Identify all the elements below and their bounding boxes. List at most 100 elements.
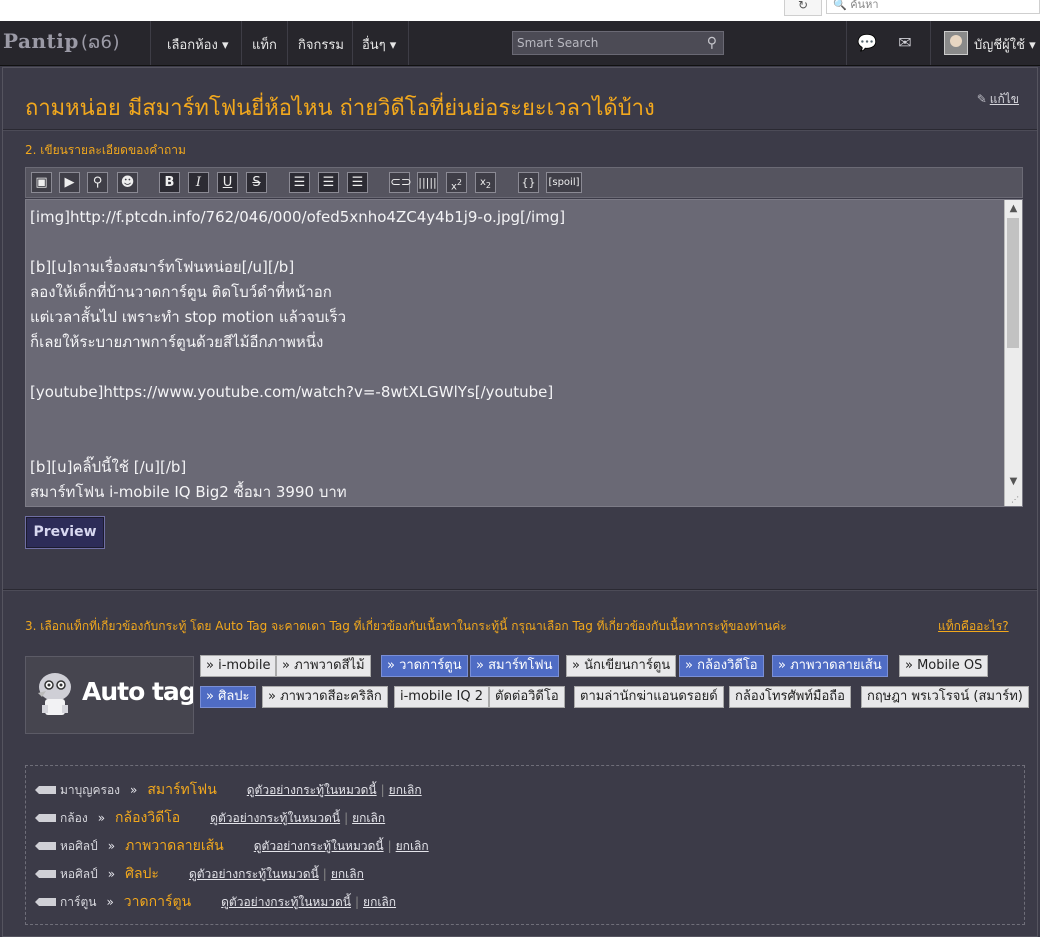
editor-line: ลองให้เด็กที่บ้านวาดการ์ตูน ติดโบว์ดำที่… <box>30 283 332 301</box>
preview-button[interactable]: Preview <box>25 516 105 549</box>
tag-chip[interactable]: » นักเขียนการ์ตูน <box>566 655 677 677</box>
what-is-tag-link[interactable]: แท็กคืออะไร? <box>938 617 1009 636</box>
insert-map-icon[interactable]: ⚲ <box>87 172 108 193</box>
pantip-logo[interactable]: Pantip (ລ6) <box>3 29 120 53</box>
cancel-link[interactable]: ยกเลิก <box>331 867 364 881</box>
subscript-button[interactable]: x2 <box>475 172 496 193</box>
cancel-link[interactable]: ยกเลิก <box>389 783 422 797</box>
tag-chip[interactable]: » i-mobile <box>200 655 277 677</box>
tag-chip-selected[interactable]: » ศิลปะ <box>200 686 256 708</box>
bold-button[interactable]: B <box>159 172 180 193</box>
nav-divider <box>408 21 409 65</box>
top-navbar: Pantip (ລ6) เลือกห้อง ▾ แท็ก กิจกรรม อื่น… <box>0 21 1040 66</box>
align-center-icon[interactable]: ☰ <box>318 172 339 193</box>
view-examples-link[interactable]: ดูตัวอย่างกระทู้ในหมวดนี้ <box>189 867 319 881</box>
tag-name: ภาพวาดลายเส้น <box>125 838 224 854</box>
resize-handle-icon[interactable]: ⋰ <box>1011 495 1021 505</box>
editor-line: [youtube]https://www.youtube.com/watch?v… <box>30 383 554 401</box>
editor-scrollbar[interactable]: ▲ ▼ <box>1004 200 1022 506</box>
room-name: หอศิลป์ <box>60 839 98 853</box>
refresh-icon[interactable]: ↻ <box>784 0 822 16</box>
tag-chip-selected[interactable]: » กล้องวิดีโอ <box>679 655 764 677</box>
arrow-icon: » <box>107 839 116 853</box>
insert-emoticon-icon[interactable]: ☻ <box>117 172 138 193</box>
insert-video-icon[interactable]: ▶ <box>59 172 80 193</box>
remove-tag-icon[interactable] <box>35 842 56 850</box>
arrow-icon: » <box>130 783 138 797</box>
selected-tag-row: หอศิลป์ » ภาพวาดลายเส้น ดูตัวอย่างกระทู้ในห… <box>35 835 429 855</box>
mail-icon[interactable]: ✉ <box>894 33 916 53</box>
tag-name: กล้องวิดีโอ <box>115 810 181 826</box>
selected-tag-row: มาบุญครอง » สมาร์ทโฟน ดูตัวอย่างกระทู้ในหมว… <box>35 779 422 799</box>
scroll-thumb[interactable] <box>1007 218 1019 348</box>
nav-divider <box>150 21 151 65</box>
italic-button[interactable]: I <box>188 172 209 193</box>
editor-line: [b][u]ถามเรื่องสมาร์ทโฟนหน่อย[/u][/b] <box>30 258 295 276</box>
tag-chip-selected[interactable]: » สมาร์ทโฟน <box>470 655 559 677</box>
cancel-link[interactable]: ยกเลิก <box>363 895 396 909</box>
remove-tag-icon[interactable] <box>35 870 56 878</box>
selected-tag-row: การ์ตูน » วาดการ์ตูน ดูตัวอย่างกระทู้ในหมวด… <box>35 891 396 911</box>
tag-chip[interactable]: กล้องโทรศัพท์มือถือ <box>729 686 851 708</box>
tag-chip-selected[interactable]: » ภาพวาดลายเส้น <box>772 655 888 677</box>
editor-content: [img]http://f.ptcdn.info/762/046/000/ofe… <box>30 205 1000 505</box>
chat-icon[interactable]: 💬 <box>856 33 878 53</box>
code-button[interactable]: {} <box>518 172 539 193</box>
editor-line: [b][u]คลิ๊ปนี้ใช้ [/u][/b] <box>30 458 187 476</box>
superscript-button[interactable]: x2 <box>446 172 467 193</box>
tag-chip[interactable]: ตัดต่อวิดีโอ <box>489 686 565 708</box>
divider <box>3 130 1037 131</box>
insert-image-icon[interactable]: ▣ <box>31 172 52 193</box>
tag-chip[interactable]: » Mobile OS <box>899 655 989 677</box>
editor-line: แต่เวลาสั้นไป เพราะทำ stop motion แล้วจบ… <box>30 308 347 326</box>
nav-choose-room[interactable]: เลือกห้อง ▾ <box>167 34 228 55</box>
strikethrough-button[interactable]: S <box>246 172 267 193</box>
selected-tag-row: หอศิลป์ » ศิลปะ ดูตัวอย่างกระทู้ในหมวดนี้ | ย… <box>35 863 364 883</box>
remove-tag-icon[interactable] <box>35 814 56 822</box>
tag-chip[interactable]: i-mobile IQ 2 <box>394 686 489 708</box>
align-right-icon[interactable]: ☰ <box>347 172 368 193</box>
tag-chip[interactable]: ตามล่านักฆ่าแอนดรอยด์ <box>574 686 724 708</box>
tag-chip[interactable]: » ภาพวาดสีไม้ <box>276 655 371 677</box>
remove-tag-icon[interactable] <box>35 786 56 794</box>
nav-divider <box>352 21 353 65</box>
scroll-up-icon[interactable]: ▲ <box>1005 200 1022 217</box>
view-examples-link[interactable]: ดูตัวอย่างกระทู้ในหมวดนี้ <box>247 783 377 797</box>
view-examples-link[interactable]: ดูตัวอย่างกระทู้ในหมวดนี้ <box>254 839 384 853</box>
scroll-down-icon[interactable]: ▼ <box>1005 473 1022 490</box>
insert-link-icon[interactable]: ⊂⊃ <box>389 172 412 193</box>
spoil-button[interactable]: [spoil] <box>546 172 582 193</box>
mascot-icon <box>38 673 71 715</box>
tag-chip-selected[interactable]: » วาดการ์ตูน <box>381 655 468 677</box>
view-examples-link[interactable]: ดูตัวอย่างกระทู้ในหมวดนี้ <box>221 895 351 909</box>
section-tags-heading: 3. เลือกแท็กที่เกี่ยวข้องกับกระทู้ โดย A… <box>25 619 787 633</box>
cancel-link[interactable]: ยกเลิก <box>396 839 429 853</box>
account-menu[interactable]: บัญชีผู้ใช้ ▾ <box>974 34 1036 55</box>
smart-search-input[interactable]: Smart Search ⚲ <box>512 31 724 55</box>
underline-button[interactable]: U <box>217 172 238 193</box>
edit-title-link[interactable]: ✎ แก้ไข <box>977 90 1019 109</box>
browser-search-placeholder: ค้นหา <box>850 0 879 11</box>
arrow-icon: » <box>106 895 114 909</box>
logo-text: Pantip <box>3 29 79 53</box>
insert-hr-icon[interactable]: ||||| <box>417 172 438 193</box>
logo-sub: (ລ6) <box>80 32 121 53</box>
post-body-textarea[interactable]: [img]http://f.ptcdn.info/762/046/000/ofe… <box>25 199 1023 507</box>
browser-toolbar: ↻ 🔍 ค้นหา <box>0 0 1040 22</box>
separator: | <box>380 783 385 797</box>
browser-search-input[interactable]: 🔍 ค้นหา <box>826 0 1040 14</box>
tag-chip[interactable]: » ภาพวาดสีอะคริลิก <box>262 686 388 708</box>
tag-chip[interactable]: กฤษฎา พรเวโรจน์ (สมาร์ท) <box>861 686 1029 708</box>
search-icon[interactable]: ⚲ <box>707 32 717 54</box>
view-examples-link[interactable]: ดูตัวอย่างกระทู้ในหมวดนี้ <box>210 811 340 825</box>
nav-activities[interactable]: กิจกรรม <box>298 34 344 55</box>
nav-divider <box>846 21 847 65</box>
align-left-icon[interactable]: ☰ <box>289 172 310 193</box>
avatar[interactable] <box>944 31 968 55</box>
separator: | <box>387 839 392 853</box>
nav-tags[interactable]: แท็ก <box>252 34 277 55</box>
nav-more[interactable]: อื่นๆ ▾ <box>362 34 396 55</box>
remove-tag-icon[interactable] <box>35 898 56 906</box>
cancel-link[interactable]: ยกเลิก <box>352 811 385 825</box>
